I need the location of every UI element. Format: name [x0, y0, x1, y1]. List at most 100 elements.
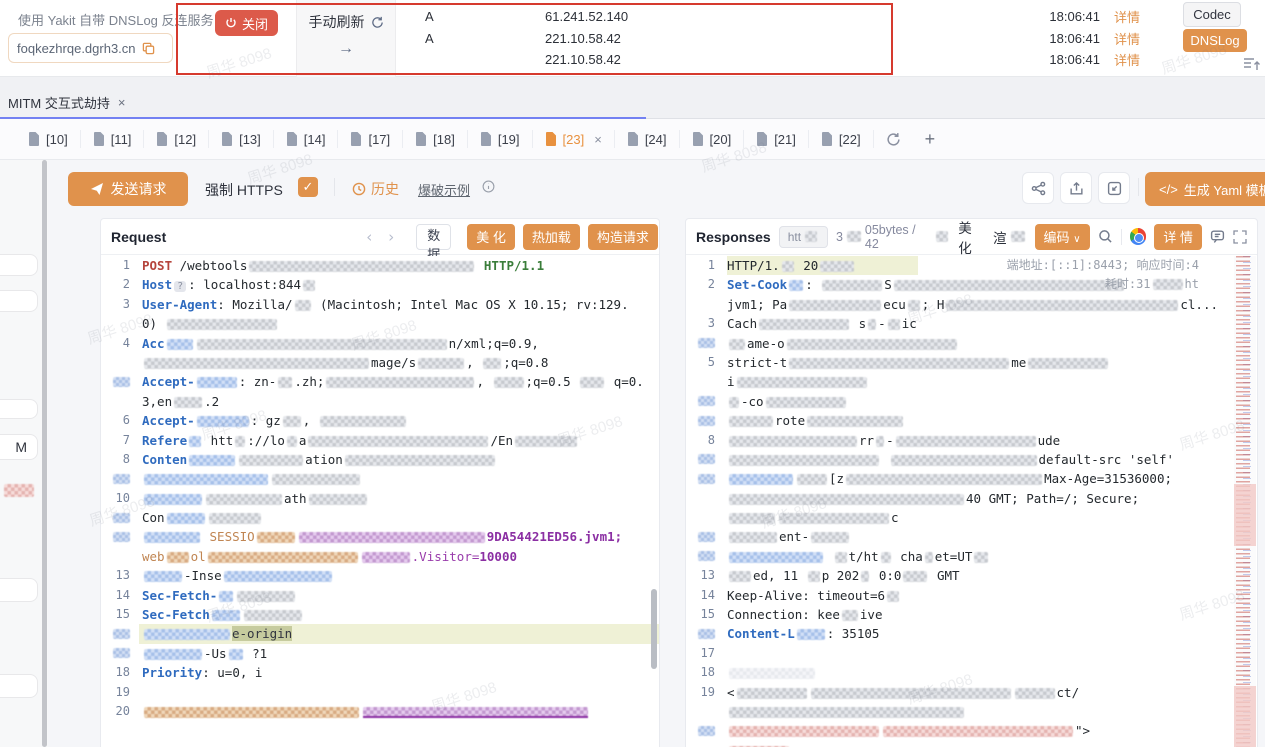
- sidebar-collapsed-item[interactable]: [0, 290, 38, 312]
- line-number: 1: [686, 256, 724, 275]
- code-token: Content-L: [727, 626, 795, 641]
- prev-packet-icon[interactable]: ‹: [362, 228, 376, 246]
- line-number: [686, 547, 724, 566]
- search-icon[interactable]: [1098, 229, 1113, 244]
- editor-line: 7Refere htt://loa/En: [101, 431, 659, 450]
- add-tab-icon[interactable]: +: [913, 129, 948, 150]
- dnslog-domain-box[interactable]: foqkezhrqe.dgrh3.cn: [8, 33, 173, 63]
- edit-import-button[interactable]: [1098, 172, 1130, 204]
- editor-line: c: [686, 508, 1233, 527]
- copy-icon[interactable]: [142, 42, 155, 55]
- packet-tab-10[interactable]: [10]: [16, 130, 81, 148]
- blast-example-link[interactable]: 爆破示例: [418, 180, 470, 199]
- close-icon[interactable]: ×: [594, 132, 602, 147]
- response-beautify[interactable]: 美化: [958, 218, 985, 257]
- packet-tab-14[interactable]: [14]: [274, 130, 339, 148]
- dock-tab-codec[interactable]: Codec: [1183, 2, 1241, 27]
- packet-tab-20[interactable]: [20]: [680, 130, 745, 148]
- share-button[interactable]: [1022, 172, 1054, 204]
- editor-line: -Us ?1: [101, 644, 659, 663]
- beautify-button[interactable]: 美 化: [467, 224, 515, 250]
- line-number: [686, 372, 724, 391]
- build-request-button[interactable]: 构造请求: [588, 224, 658, 250]
- editor-line: 18: [686, 663, 1233, 682]
- sidebar-collapsed-item[interactable]: [0, 578, 38, 602]
- redacted-text: [308, 436, 488, 447]
- packet-tab-label: [20]: [710, 132, 732, 147]
- sidebar-collapsed-item-m[interactable]: M: [0, 434, 38, 460]
- send-request-button[interactable]: 发送请求: [68, 172, 188, 206]
- dns-record-detail-link[interactable]: 详情: [1114, 29, 1140, 48]
- fullscreen-icon[interactable]: [1233, 230, 1247, 244]
- sidebar-collapsed-item[interactable]: [0, 399, 38, 419]
- force-https-checkbox[interactable]: ✓: [298, 177, 318, 197]
- packet-tab-19[interactable]: [19]: [468, 130, 533, 148]
- redacted-text: [883, 726, 1073, 737]
- sidebar-collapsed-item[interactable]: [0, 254, 38, 276]
- packet-tab-13[interactable]: [13]: [209, 130, 274, 148]
- comment-icon[interactable]: [1210, 229, 1225, 244]
- line-number: 20: [101, 702, 139, 721]
- minimap[interactable]: [1234, 256, 1256, 747]
- redacted-text: [729, 552, 823, 563]
- code-token: rote: [775, 413, 805, 428]
- packet-tab-22[interactable]: [22]: [809, 130, 874, 148]
- next-packet-icon[interactable]: ›: [384, 228, 398, 246]
- redacted-text: [888, 319, 900, 330]
- packet-tab-17[interactable]: [17]: [338, 130, 403, 148]
- request-scrollbar[interactable]: [651, 589, 657, 669]
- document-icon: [756, 132, 768, 146]
- generate-yaml-button[interactable]: </> 生成 Yaml 模板: [1145, 172, 1265, 206]
- line-number: 3: [686, 314, 724, 333]
- encode-dropdown[interactable]: 编码 ∨: [1035, 224, 1090, 250]
- code-token: :: [805, 277, 820, 292]
- packet-tab-24[interactable]: [24]: [615, 130, 680, 148]
- code-token: Set-Cook: [727, 277, 787, 292]
- code-token: ct/: [1057, 685, 1080, 700]
- editor-line: Content-L: 35105: [686, 624, 1233, 643]
- export-button[interactable]: [1060, 172, 1092, 204]
- response-editor[interactable]: 1HTTP/1. 20端地址:[::1]:8443; 响应时间:42Set-Co…: [686, 256, 1233, 747]
- packet-scan-button[interactable]: 数据包扫描: [416, 224, 451, 250]
- redacted-text: [206, 494, 282, 505]
- protocol-pill: htt: [779, 226, 828, 248]
- code-token: Acc: [142, 336, 165, 351]
- response-render[interactable]: 渲: [993, 227, 1027, 247]
- packet-tab-21[interactable]: [21]: [744, 130, 809, 148]
- packet-tab-12[interactable]: [12]: [144, 130, 209, 148]
- code-token: 10000: [479, 549, 517, 564]
- chrome-icon[interactable]: [1130, 228, 1147, 245]
- request-editor[interactable]: 1POST /webtools HTTP/1.12Host?: localhos…: [101, 256, 659, 747]
- engine-console-icon[interactable]: [1243, 56, 1261, 72]
- packet-tab-23[interactable]: [23]×: [533, 130, 615, 148]
- detail-button[interactable]: 详 情: [1154, 224, 1202, 250]
- refresh-tabs-icon[interactable]: [874, 132, 913, 147]
- dns-record-detail-link[interactable]: 详情: [1114, 50, 1140, 69]
- close-icon[interactable]: ×: [118, 95, 126, 110]
- manual-refresh-button[interactable]: 手动刷新: [297, 12, 395, 32]
- hot-reload-button[interactable]: 热加载: [523, 224, 580, 250]
- line-number: [686, 489, 724, 508]
- tab-mitm[interactable]: MITM 交互式劫持 ×: [8, 93, 125, 112]
- line-number: 15: [686, 605, 724, 624]
- packet-tab-18[interactable]: [18]: [403, 130, 468, 148]
- sidebar-collapsed-item[interactable]: [0, 674, 38, 698]
- dock-tab-dnslog[interactable]: DNSLog: [1183, 29, 1247, 52]
- line-number: [686, 508, 724, 527]
- redacted-text: [729, 707, 964, 718]
- dns-record-time: 18:06:41: [1008, 52, 1100, 67]
- line-number: [101, 508, 139, 527]
- dns-record-meta-row: 18:06:41详情: [1008, 28, 1140, 50]
- rail-scrollbar[interactable]: [42, 160, 47, 747]
- redacted-text: [219, 591, 233, 602]
- redacted-text: [249, 261, 474, 272]
- dnslog-close-button[interactable]: 关闭: [215, 10, 278, 36]
- packet-tab-11[interactable]: [11]: [81, 130, 145, 148]
- response-panel: Responses htt 305bytes / 42 美化 渲 编码 ∨ 详 …: [685, 218, 1258, 747]
- editor-overlay-info: 耗时:31ht: [1105, 275, 1199, 294]
- code-token: s: [851, 316, 866, 331]
- line-number: [686, 624, 724, 643]
- history-button[interactable]: 历史: [352, 179, 399, 199]
- dns-record-detail-link[interactable]: 详情: [1114, 7, 1140, 26]
- editor-line: 18Priority: u=0, i: [101, 663, 659, 682]
